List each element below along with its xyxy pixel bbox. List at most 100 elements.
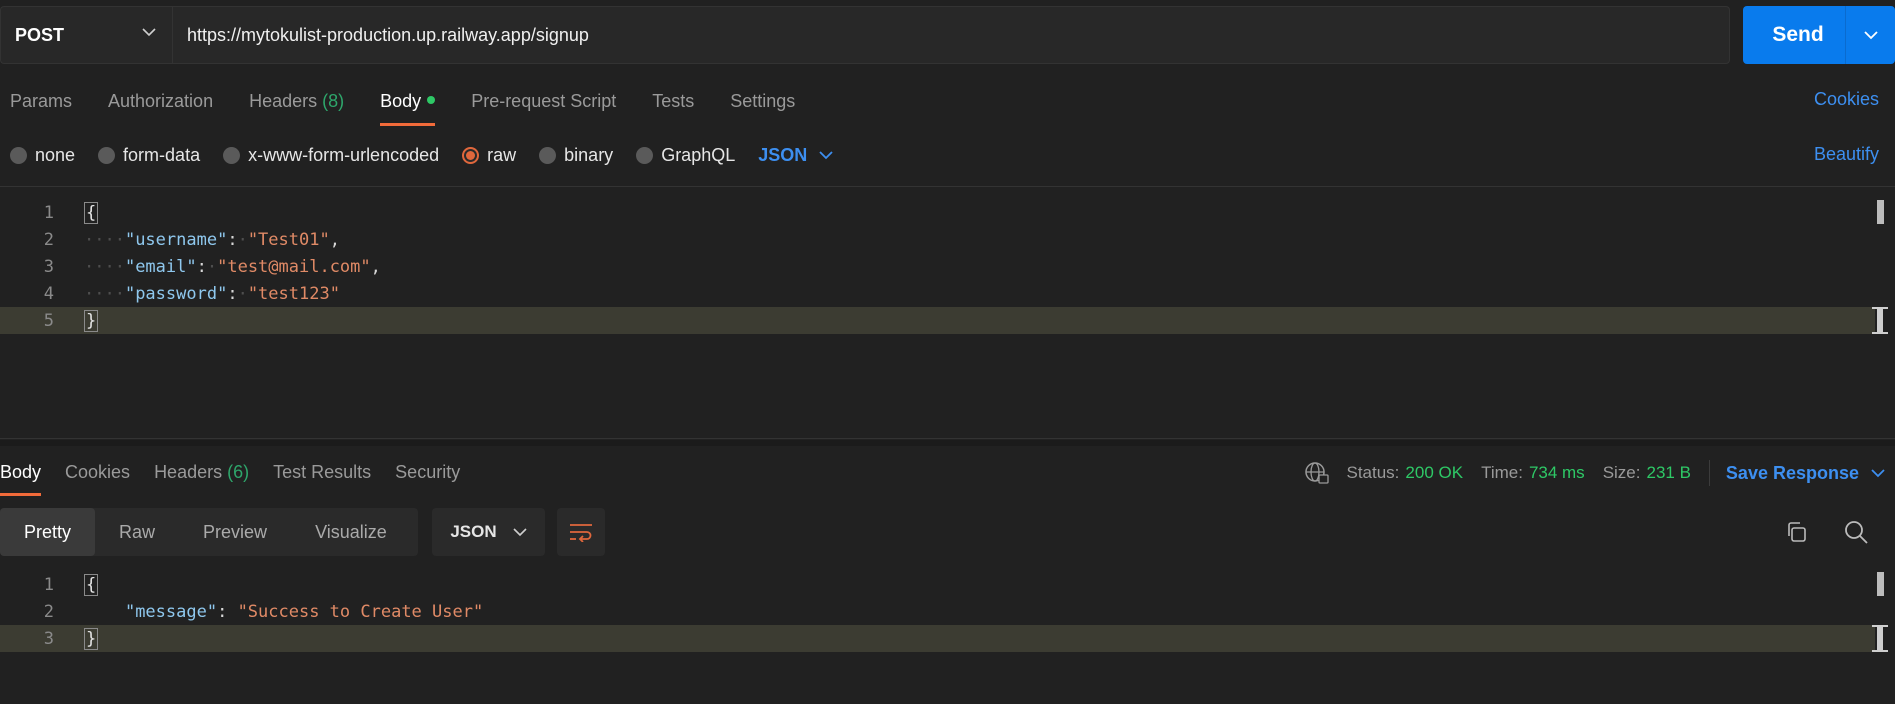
resp-tab-cookies[interactable]: Cookies xyxy=(65,458,130,496)
search-icon xyxy=(1845,521,1868,544)
status-value: 200 OK xyxy=(1405,463,1464,482)
code-line: 1 { xyxy=(0,571,1875,598)
divider xyxy=(0,186,1895,187)
request-body-editor[interactable]: 1 { 2 ····"username":·"Test01", 3 ····"e… xyxy=(0,199,1895,439)
radio-none[interactable]: none xyxy=(10,145,75,166)
send-button[interactable]: Send xyxy=(1743,6,1895,64)
send-options-button[interactable] xyxy=(1846,30,1895,40)
code-line-current: 5 } xyxy=(0,307,1875,334)
response-scrollbar[interactable] xyxy=(1877,572,1884,596)
json-key: "email" xyxy=(124,256,197,277)
radio-raw[interactable]: raw xyxy=(462,145,516,166)
code-line: 2 "message": "Success to Create User" xyxy=(0,598,1875,625)
tab-label: Cookies xyxy=(65,462,131,482)
radio-graphql[interactable]: GraphQL xyxy=(636,145,735,166)
body-format-select[interactable]: JSON xyxy=(758,145,833,166)
radio-circle xyxy=(10,146,27,164)
pane-resize-handle[interactable] xyxy=(0,440,1895,446)
line-number: 3 xyxy=(43,256,54,277)
tab-params[interactable]: Params xyxy=(10,86,72,126)
resp-tab-security[interactable]: Security xyxy=(395,458,460,496)
radio-binary[interactable]: binary xyxy=(539,145,613,166)
tab-authorization[interactable]: Authorization xyxy=(108,86,213,126)
body-type-options: none form-data x-www-form-urlencoded raw… xyxy=(10,142,833,168)
method-select[interactable]: POST xyxy=(0,6,172,64)
tab-body[interactable]: Body xyxy=(380,86,436,126)
radio-form-data[interactable]: form-data xyxy=(98,145,200,166)
chevron-down-icon xyxy=(513,527,527,536)
tab-settings[interactable]: Settings xyxy=(730,86,795,126)
code-line: 3 ····"email":·"test@mail.com", xyxy=(0,253,1875,280)
url-input[interactable]: https://mytokulist-production.up.railway… xyxy=(172,6,1730,64)
view-preview[interactable]: Preview xyxy=(179,508,291,556)
body-modified-dot xyxy=(427,96,436,105)
radio-circle xyxy=(539,146,557,164)
json-value: "Test01" xyxy=(247,229,330,250)
chevron-down-icon xyxy=(1871,468,1885,477)
tab-headers[interactable]: Headers (8) xyxy=(249,86,344,126)
view-pretty[interactable]: Pretty xyxy=(0,508,96,556)
beautify-link[interactable]: Beautify xyxy=(1814,144,1879,165)
close-brace: } xyxy=(84,309,99,332)
tab-label: Body xyxy=(0,462,42,482)
radio-label: form-data xyxy=(123,144,201,165)
open-brace: { xyxy=(84,201,99,224)
response-view-toggle: Pretty Raw Preview Visualize xyxy=(0,508,418,556)
tab-label: Settings xyxy=(730,91,796,111)
json-value: "Success to Create User" xyxy=(237,601,484,622)
line-number: 5 xyxy=(43,310,54,331)
code-line-current: 3 } xyxy=(0,625,1875,652)
body-format-label: JSON xyxy=(758,144,808,165)
save-response-button[interactable]: Save Response xyxy=(1726,463,1885,484)
resp-tab-body[interactable]: Body xyxy=(0,458,42,496)
send-label: Send xyxy=(1772,23,1824,46)
resp-tab-test-results[interactable]: Test Results xyxy=(273,458,371,496)
line-number: 2 xyxy=(43,229,54,250)
radio-label: x-www-form-urlencoded xyxy=(248,144,440,165)
tab-label: Headers xyxy=(249,91,318,111)
line-number: 2 xyxy=(43,601,54,622)
code-line: 2 ····"username":·"Test01", xyxy=(0,226,1875,253)
line-number: 1 xyxy=(43,202,54,223)
radio-label: binary xyxy=(564,144,614,165)
editor-scrollbar[interactable] xyxy=(1877,200,1884,224)
tab-pre-request-script[interactable]: Pre-request Script xyxy=(471,86,616,126)
chevron-down-icon xyxy=(1863,30,1878,39)
close-brace: } xyxy=(84,627,99,650)
headers-count: (8) xyxy=(322,91,345,111)
radio-label: GraphQL xyxy=(661,144,736,165)
cookies-link[interactable]: Cookies xyxy=(1814,89,1879,110)
response-body-viewer[interactable]: 1 { 2 "message": "Success to Create User… xyxy=(0,571,1895,691)
json-key: "password" xyxy=(124,283,228,304)
wrap-lines-button[interactable] xyxy=(557,508,605,556)
response-format-select[interactable]: JSON xyxy=(432,508,545,556)
json-sep: , xyxy=(329,229,340,250)
line-number: 3 xyxy=(43,628,54,649)
json-value: "test@mail.com" xyxy=(217,256,371,277)
radio-label: raw xyxy=(487,144,517,165)
resp-tab-headers[interactable]: Headers (6) xyxy=(154,458,249,496)
tab-label: Tests xyxy=(652,91,695,111)
chevron-down-icon xyxy=(819,150,833,159)
view-raw[interactable]: Raw xyxy=(95,508,179,556)
copy-button[interactable] xyxy=(1780,516,1812,548)
size-value: 231 B xyxy=(1646,463,1691,482)
scroll-marker xyxy=(1872,625,1888,652)
radio-urlencoded[interactable]: x-www-form-urlencoded xyxy=(223,145,439,166)
tab-tests[interactable]: Tests xyxy=(652,86,694,126)
json-key: "message" xyxy=(124,601,218,622)
json-sep: , xyxy=(370,256,381,277)
response-meta: Status: 200 OK Time: 734 ms Size: 231 B Sav… xyxy=(1304,460,1885,486)
code-line: 4 ····"password":·"test123" xyxy=(0,280,1875,307)
tab-label: Body xyxy=(380,91,422,111)
headers-count: (6) xyxy=(227,462,250,482)
response-tabs: Body Cookies Headers (6) Test Results Se… xyxy=(0,458,484,496)
view-visualize[interactable]: Visualize xyxy=(291,508,411,556)
radio-circle xyxy=(636,146,654,164)
tab-label: Headers xyxy=(154,462,223,482)
globe-network-icon[interactable] xyxy=(1304,461,1330,485)
search-button[interactable] xyxy=(1840,516,1872,548)
divider xyxy=(1708,460,1710,486)
radio-circle xyxy=(98,146,116,164)
request-tabs: Params Authorization Headers (8) Body Pr… xyxy=(10,86,831,126)
